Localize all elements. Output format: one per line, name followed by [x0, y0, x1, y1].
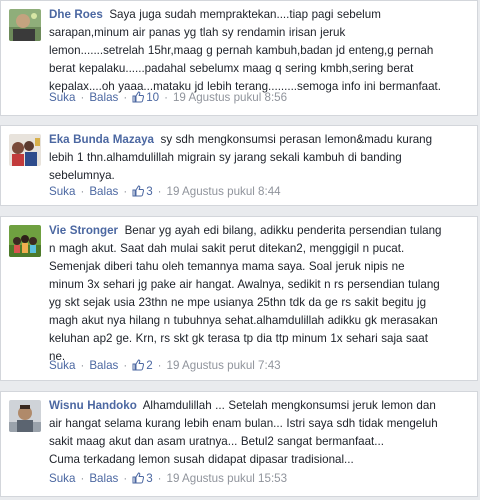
comment-actions: Suka · Balas · 3 · 19 Agustus pukul 8:44	[49, 184, 281, 200]
separator: ·	[123, 359, 128, 372]
like-button[interactable]: Suka	[49, 472, 75, 485]
comment-card: Dhe Roes Saya juga sudah mempraktekan...…	[0, 0, 478, 116]
comment-text: Eka Bunda Mazaya sy sdh mengkonsumsi per…	[49, 131, 471, 185]
thumbs-up-icon	[132, 91, 145, 103]
comment-author[interactable]: Wisnu Handoko	[49, 399, 137, 412]
thumbs-up-icon	[132, 359, 145, 371]
comment-actions: Suka · Balas · 3 · 19 Agustus pukul 15:53	[49, 471, 287, 487]
like-count[interactable]: 2	[132, 359, 153, 372]
separator: ·	[157, 359, 162, 372]
comment-text: Dhe Roes Saya juga sudah mempraktekan...…	[49, 6, 471, 96]
comment-author[interactable]: Eka Bunda Mazaya	[49, 133, 154, 146]
like-count-value: 10	[146, 91, 160, 104]
comment-line: sakit maag akut dan asam uratnya... Betu…	[49, 435, 384, 448]
comment-card: Vie Stronger Benar yg ayah edi bilang, a…	[0, 216, 478, 381]
thumbs-up-icon	[132, 472, 145, 484]
like-count[interactable]: 3	[132, 185, 153, 198]
like-count-value: 2	[146, 359, 153, 372]
separator: ·	[123, 91, 128, 104]
comment-line: berat kepalaku......padahal sebelumx maa…	[49, 62, 414, 75]
separator: ·	[157, 185, 162, 198]
comment-line: sebelumnya.	[49, 169, 115, 182]
separator: ·	[80, 185, 85, 198]
comment-timestamp[interactable]: 19 Agustus pukul 8:56	[173, 91, 287, 104]
avatar[interactable]	[9, 400, 41, 432]
thumbs-up-icon	[132, 185, 145, 197]
like-button[interactable]: Suka	[49, 359, 75, 372]
like-count[interactable]: 3	[132, 472, 153, 485]
comment-author[interactable]: Vie Stronger	[49, 224, 118, 237]
separator: ·	[157, 472, 162, 485]
comment-line: air hangat selama kurang lebih enam bula…	[49, 417, 438, 430]
comment-card: Wisnu Handoko Alhamdulillah ... Setelah …	[0, 391, 478, 497]
comment-line: magh akut nya hilang n tubuhnya sehat.al…	[49, 314, 438, 327]
comment-line: keluhan ap2 ge. Krn, rs skt gk terasa tp…	[49, 332, 428, 345]
separator: ·	[80, 359, 85, 372]
comment-line: sarapan,minum air panas yg tlah sy renda…	[49, 26, 346, 39]
comment-line: Cuma terkadang lemon susah didapat dipas…	[49, 453, 354, 466]
comment-line: Alhamdulillah ... Setelah mengkonsumsi j…	[142, 399, 436, 412]
comment-text: Vie Stronger Benar yg ayah edi bilang, a…	[49, 222, 471, 366]
separator: ·	[123, 185, 128, 198]
avatar[interactable]	[9, 9, 41, 41]
comment-line: lemon.......setrelah 15hr,maag g pernah …	[49, 44, 434, 57]
comment-line: yg skt sejak usia 23thn ne mpe usianya 2…	[49, 296, 427, 309]
comment-author[interactable]: Dhe Roes	[49, 8, 103, 21]
comment-actions: Suka · Balas · 2 · 19 Agustus pukul 7:43	[49, 358, 281, 374]
comment-line: lebih 1 thn.alhamdulillah migrain sy jar…	[49, 151, 402, 164]
reply-button[interactable]: Balas	[89, 185, 118, 198]
separator: ·	[164, 91, 168, 104]
reply-button[interactable]: Balas	[89, 359, 118, 372]
like-button[interactable]: Suka	[49, 91, 75, 104]
comment-line: Benar yg ayah edi bilang, adikku penderi…	[124, 224, 442, 237]
comment-line: Saya juga sudah mempraktekan....tiap pag…	[109, 8, 381, 21]
comment-line: sy sdh mengkonsumsi perasan lemon&madu k…	[160, 133, 433, 146]
separator: ·	[80, 91, 85, 104]
reply-button[interactable]: Balas	[89, 91, 118, 104]
like-count-value: 3	[146, 472, 153, 485]
comment-line: n magh akut. Saat dah mulai sakit perut …	[49, 242, 405, 255]
like-button[interactable]: Suka	[49, 185, 75, 198]
comment-card: Eka Bunda Mazaya sy sdh mengkonsumsi per…	[0, 125, 478, 206]
comment-line: Semenjak diberi tahu oleh temannya mama …	[49, 260, 405, 273]
like-count[interactable]: 10	[132, 91, 159, 104]
separator: ·	[123, 472, 128, 485]
comment-text: Wisnu Handoko Alhamdulillah ... Setelah …	[49, 397, 471, 469]
reply-button[interactable]: Balas	[89, 472, 118, 485]
like-count-value: 3	[146, 185, 153, 198]
comment-timestamp[interactable]: 19 Agustus pukul 7:43	[167, 359, 281, 372]
avatar[interactable]	[9, 225, 41, 257]
comment-timestamp[interactable]: 19 Agustus pukul 8:44	[167, 185, 281, 198]
avatar[interactable]	[9, 134, 41, 166]
comment-timestamp[interactable]: 19 Agustus pukul 15:53	[167, 472, 288, 485]
separator: ·	[80, 472, 85, 485]
comment-line: minum 3x sehari jg pake air hangat. Awal…	[49, 278, 440, 291]
comment-actions: Suka · Balas · 10 · 19 Agustus pukul 8:56	[49, 90, 287, 106]
